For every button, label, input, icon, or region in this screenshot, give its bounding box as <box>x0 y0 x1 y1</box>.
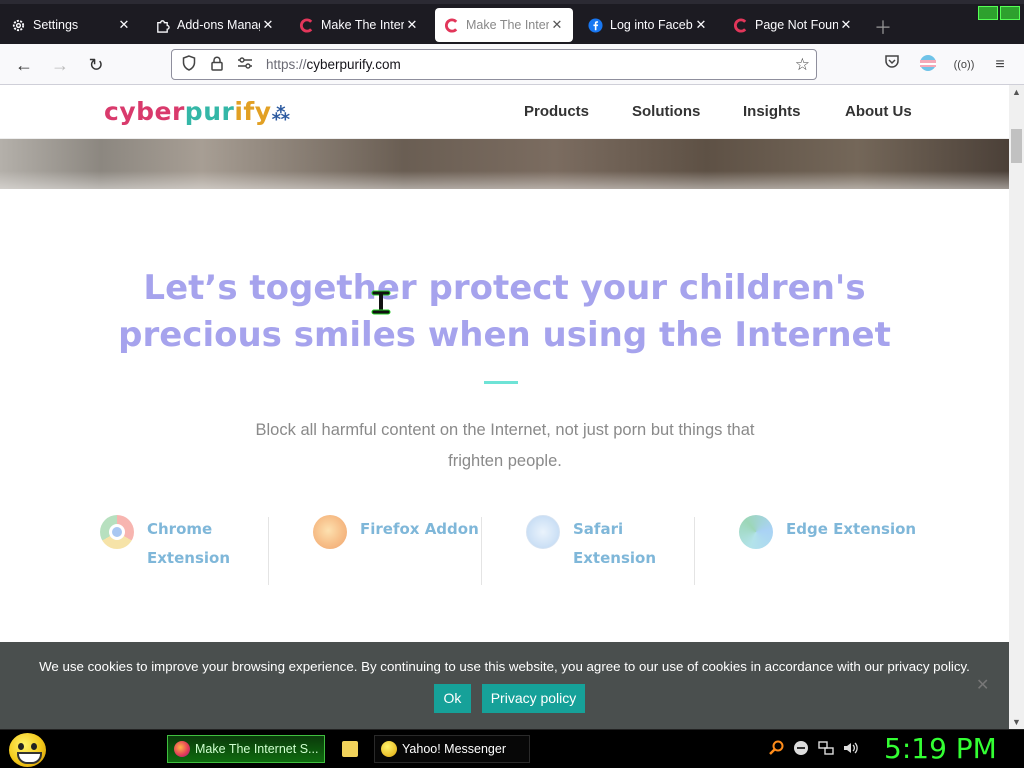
tab-close-icon[interactable]: ✕ <box>260 17 276 33</box>
tab-close-icon[interactable]: ✕ <box>838 17 854 33</box>
safari-extension-link[interactable]: Safari Extension <box>526 515 656 573</box>
tab-facebook[interactable]: Log into Facebo ✕ <box>579 8 717 42</box>
cyberpurify-logo[interactable]: cyberpurify⁂ <box>104 97 291 126</box>
tab-close-icon[interactable]: ✕ <box>693 17 709 33</box>
text-cursor-icon <box>371 290 391 315</box>
nav-about-us[interactable]: About Us <box>845 103 912 120</box>
chrome-extension-link[interactable]: Chrome Extension <box>100 515 230 573</box>
cookie-ok-button[interactable]: Ok <box>434 684 471 713</box>
taskbar-item-messenger[interactable]: Yahoo! Messenger <box>374 735 530 763</box>
nav-toolbar: ← → ↻ https://cyberpurify.com ☆ ((o)) ≡ <box>0 44 1024 85</box>
extension-icon[interactable]: ((o)) <box>953 54 975 76</box>
tab-title: Log into Facebo <box>610 18 693 32</box>
firefox-addon-link[interactable]: Firefox Addon <box>313 515 479 549</box>
headline-line-2: precious smiles when using the Internet <box>118 315 891 355</box>
headline-line-1: Let’s together protect your children's <box>143 268 866 308</box>
tab-title: Make The Intern <box>321 18 404 32</box>
scroll-down-icon[interactable]: ▼ <box>1012 717 1021 727</box>
extension-separator <box>268 517 269 585</box>
firefox-icon <box>313 515 347 549</box>
tab-settings[interactable]: Settings ✕ <box>2 8 140 42</box>
tab-addons[interactable]: Add-ons Manag ✕ <box>146 8 284 42</box>
hero-image <box>0 139 1009 189</box>
tab-cyberpurify-1[interactable]: Make The Intern ✕ <box>290 8 428 42</box>
taskbar-clock[interactable]: 5:19 PM <box>884 732 997 765</box>
tab-title: Make The Intern <box>466 18 549 32</box>
tab-cyberpurify-active[interactable]: Make The Intern ✕ <box>435 8 573 42</box>
taskbar-item-firefox[interactable]: Make The Internet S... <box>167 735 325 763</box>
screen: Settings ✕ Add-ons Manag ✕ Make The Inte… <box>0 0 1024 768</box>
back-arrow-icon[interactable]: ← <box>13 54 35 76</box>
window-maximize-icon[interactable] <box>1000 6 1020 20</box>
tab-title: Add-ons Manag <box>177 18 260 32</box>
taskbar: Make The Internet S... Yahoo! Messenger … <box>0 729 1024 768</box>
permissions-icon[interactable] <box>234 56 256 73</box>
tab-title: Page Not Found <box>755 18 838 32</box>
pocket-icon[interactable] <box>881 54 903 76</box>
edge-extension-link[interactable]: Edge Extension <box>739 515 916 549</box>
tab-title: Settings <box>33 18 79 32</box>
firefox-icon <box>174 741 190 757</box>
tab-page-not-found[interactable]: Page Not Found ✕ <box>724 8 862 42</box>
network-icon[interactable] <box>818 740 834 759</box>
site-header: cyberpurify⁂ Products Solutions Insights… <box>0 85 1009 139</box>
messenger-icon <box>381 741 397 757</box>
page-viewport: cyberpurify⁂ Products Solutions Insights… <box>0 85 1009 729</box>
scrollbar-thumb[interactable] <box>1011 129 1022 163</box>
window-controls[interactable] <box>978 6 1020 20</box>
url-text[interactable]: https://cyberpurify.com <box>266 57 401 72</box>
volume-icon[interactable] <box>842 740 858 759</box>
window-minimize-icon[interactable] <box>978 6 998 20</box>
safari-icon <box>526 515 560 549</box>
gear-icon <box>10 17 26 33</box>
tab-close-icon[interactable]: ✕ <box>404 17 420 33</box>
nav-insights[interactable]: Insights <box>743 103 801 120</box>
extension-separator <box>694 517 695 585</box>
scroll-up-icon[interactable]: ▲ <box>1012 87 1021 97</box>
tab-strip: Settings ✕ Add-ons Manag ✕ Make The Inte… <box>0 0 1024 44</box>
cyberpurify-icon <box>732 17 748 33</box>
bookmark-star-icon[interactable]: ☆ <box>795 55 810 75</box>
cookie-message: We use cookies to improve your browsing … <box>39 659 970 674</box>
privacy-policy-button[interactable]: Privacy policy <box>482 684 585 713</box>
cookie-close-icon[interactable]: ✕ <box>976 675 989 695</box>
status-icon[interactable] <box>793 740 809 759</box>
headline-divider <box>484 381 518 384</box>
forward-arrow-icon[interactable]: → <box>49 54 71 76</box>
nav-products[interactable]: Products <box>524 103 589 120</box>
start-smiley-icon[interactable] <box>9 733 46 767</box>
lock-icon[interactable] <box>206 56 228 74</box>
cyberpurify-icon <box>298 17 314 33</box>
cyberpurify-icon <box>443 17 459 33</box>
search-icon[interactable] <box>768 740 784 759</box>
address-bar[interactable]: https://cyberpurify.com ☆ <box>171 49 817 80</box>
facebook-icon <box>587 17 603 33</box>
new-tab-icon[interactable]: ＋ <box>874 14 892 40</box>
shield-icon[interactable] <box>178 55 200 74</box>
hero-headline: Let’s together protect your children's p… <box>0 265 1009 359</box>
page-scrollbar[interactable]: ▲ ▼ <box>1009 85 1024 729</box>
taskbar-item-folder[interactable] <box>336 735 364 763</box>
cookie-banner: We use cookies to improve your browsing … <box>0 642 1009 729</box>
hero-subtext: Block all harmful content on the Interne… <box>255 421 755 470</box>
chrome-icon <box>100 515 134 549</box>
tab-close-icon[interactable]: ✕ <box>116 17 132 33</box>
hamburger-menu-icon[interactable]: ≡ <box>989 54 1011 76</box>
extension-separator <box>481 517 482 585</box>
edge-icon <box>739 515 773 549</box>
profile-avatar-icon[interactable] <box>917 54 939 76</box>
folder-icon <box>342 741 358 757</box>
nav-solutions[interactable]: Solutions <box>632 103 700 120</box>
reload-icon[interactable]: ↻ <box>85 54 107 76</box>
puzzle-icon <box>154 17 170 33</box>
tab-close-icon[interactable]: ✕ <box>549 17 565 33</box>
